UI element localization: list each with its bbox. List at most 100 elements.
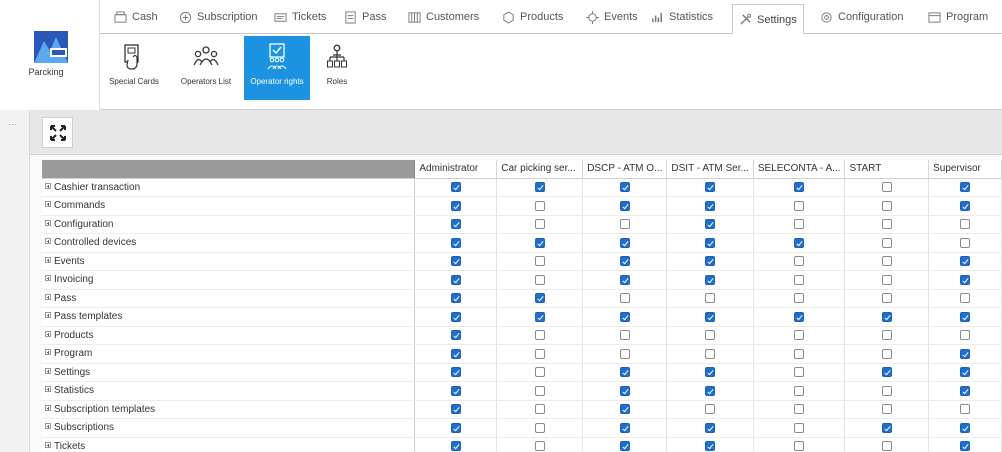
expand-row-icon[interactable] [45,182,51,189]
permission-checkbox[interactable] [881,182,892,193]
permission-checkbox[interactable] [881,219,892,230]
permission-checkbox[interactable] [619,404,630,415]
permission-checkbox[interactable] [705,200,716,211]
permission-checkbox[interactable] [619,348,630,359]
permission-checkbox[interactable] [619,274,630,285]
permission-checkbox[interactable] [619,219,630,230]
column-header-role[interactable]: SELECONTA - A... [753,160,846,179]
permission-checkbox[interactable] [705,293,716,304]
roles-button[interactable]: Roles [314,36,360,100]
column-header-role[interactable]: START [844,160,930,179]
expand-row-icon[interactable] [45,201,51,208]
permission-checkbox[interactable] [881,348,892,359]
permission-checkbox[interactable] [450,274,461,285]
permission-checkbox[interactable] [619,330,630,341]
expand-all-button[interactable] [42,117,73,148]
expand-row-icon[interactable] [45,256,51,263]
permission-checkbox[interactable] [960,441,971,452]
permission-checkbox[interactable] [705,219,716,230]
expand-row-icon[interactable] [45,367,51,374]
permission-checkbox[interactable] [450,182,461,193]
permission-checkbox[interactable] [705,330,716,341]
permission-checkbox[interactable] [534,385,545,396]
permission-checkbox[interactable] [960,182,971,193]
permission-checkbox[interactable] [705,256,716,267]
permission-checkbox[interactable] [960,311,971,322]
permission-checkbox[interactable] [450,404,461,415]
permission-checkbox[interactable] [881,200,892,211]
permission-checkbox[interactable] [450,422,461,433]
permission-checkbox[interactable] [794,219,805,230]
operator-rights-button[interactable]: Operator rights [244,36,310,100]
permission-checkbox[interactable] [619,311,630,322]
permission-checkbox[interactable] [450,256,461,267]
permission-checkbox[interactable] [450,200,461,211]
tab-products[interactable]: Products [496,0,569,34]
permission-checkbox[interactable] [534,404,545,415]
permission-checkbox[interactable] [881,404,892,415]
permission-checkbox[interactable] [619,293,630,304]
permission-checkbox[interactable] [619,422,630,433]
permission-checkbox[interactable] [960,330,971,341]
special-cards-button[interactable]: Special Cards [104,36,164,100]
permission-checkbox[interactable] [534,274,545,285]
permission-checkbox[interactable] [881,441,892,452]
expand-row-icon[interactable] [45,423,51,430]
permission-checkbox[interactable] [705,274,716,285]
permission-checkbox[interactable] [450,385,461,396]
tab-settings[interactable]: Settings [732,4,804,34]
permission-checkbox[interactable] [705,182,716,193]
permission-checkbox[interactable] [794,404,805,415]
permission-checkbox[interactable] [881,311,892,322]
permission-checkbox[interactable] [881,385,892,396]
permission-checkbox[interactable] [450,330,461,341]
permission-checkbox[interactable] [705,367,716,378]
permission-checkbox[interactable] [960,200,971,211]
permission-checkbox[interactable] [881,367,892,378]
permission-checkbox[interactable] [960,219,971,230]
permission-checkbox[interactable] [794,367,805,378]
column-header-role[interactable]: Car picking ser... [496,160,584,179]
expand-row-icon[interactable] [45,219,51,226]
permission-checkbox[interactable] [881,274,892,285]
permission-checkbox[interactable] [705,422,716,433]
permission-checkbox[interactable] [534,330,545,341]
permission-checkbox[interactable] [619,182,630,193]
expand-row-icon[interactable] [45,404,51,411]
expand-row-icon[interactable] [45,312,51,319]
permission-checkbox[interactable] [450,441,461,452]
permission-checkbox[interactable] [534,237,545,248]
expand-row-icon[interactable] [45,330,51,337]
permission-checkbox[interactable] [881,256,892,267]
permission-checkbox[interactable] [619,441,630,452]
permission-checkbox[interactable] [534,348,545,359]
column-header-role[interactable]: Administrator [414,160,498,179]
permission-checkbox[interactable] [960,404,971,415]
expand-row-icon[interactable] [45,386,51,393]
sidebar-collapse-handle[interactable]: ··· [8,120,22,129]
permission-checkbox[interactable] [534,256,545,267]
permission-checkbox[interactable] [960,348,971,359]
permission-checkbox[interactable] [619,385,630,396]
permission-checkbox[interactable] [960,237,971,248]
permission-checkbox[interactable] [881,330,892,341]
permission-checkbox[interactable] [534,311,545,322]
permission-checkbox[interactable] [794,200,805,211]
permission-checkbox[interactable] [450,348,461,359]
operators-list-button[interactable]: Operators List [172,36,240,100]
tab-customers[interactable]: Customers [402,0,485,34]
permission-checkbox[interactable] [794,182,805,193]
tab-pass[interactable]: Pass [338,0,392,34]
permission-checkbox[interactable] [534,367,545,378]
tab-configuration[interactable]: Configuration [814,0,909,34]
permission-checkbox[interactable] [450,293,461,304]
permission-checkbox[interactable] [450,367,461,378]
permission-checkbox[interactable] [450,219,461,230]
column-header-role[interactable]: Supervisor [928,160,1002,179]
expand-row-icon[interactable] [45,293,51,300]
tab-events[interactable]: Events [580,0,644,34]
permission-checkbox[interactable] [960,293,971,304]
permission-checkbox[interactable] [534,422,545,433]
permission-checkbox[interactable] [450,237,461,248]
tab-program[interactable]: Program [922,0,994,34]
